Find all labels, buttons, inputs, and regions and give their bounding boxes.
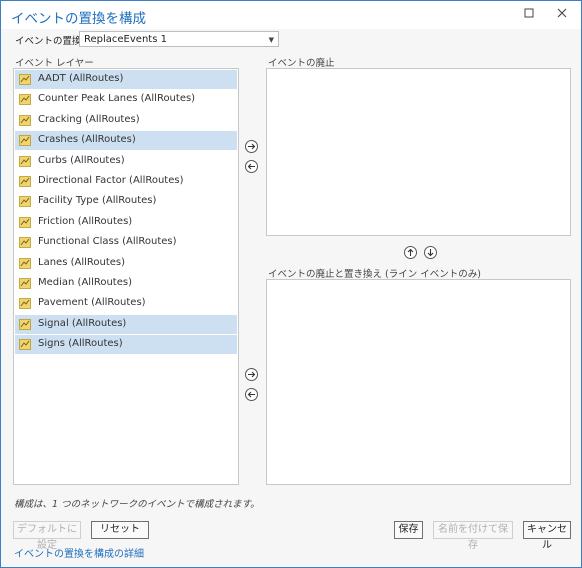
event-layer-icon [19,257,31,269]
list-item[interactable]: Facility Type (AllRoutes) [15,192,237,211]
move-up-button[interactable] [404,246,417,259]
list-item[interactable]: Counter Peak Lanes (AllRoutes) [15,90,237,109]
move-left-replace-button[interactable] [245,388,258,401]
event-layer-icon [19,278,31,289]
help-link[interactable]: イベントの置換を構成の詳細 [14,545,144,560]
title-bar: イベントの置換を構成 [1,1,581,29]
list-item[interactable]: Curbs (AllRoutes) [15,152,237,171]
list-item[interactable]: Friction (AllRoutes) [15,213,237,232]
list-item-label: Facility Type (AllRoutes) [38,195,157,207]
chevron-down-icon: ▼ [268,36,274,44]
list-item[interactable]: Median (AllRoutes) [15,274,237,293]
list-item-label: Median (AllRoutes) [38,277,132,288]
event-layers-label: イベント レイヤー [15,58,94,69]
list-item[interactable]: Signs (AllRoutes) [15,335,237,355]
event-layer-icon [19,135,31,147]
event-layer-icon [19,176,31,187]
list-item-label: Friction (AllRoutes) [38,215,133,227]
list-item-label: Crashes (AllRoutes) [38,134,136,146]
list-item[interactable]: Signal (AllRoutes) [15,314,237,334]
event-layer-icon [19,237,31,249]
list-item[interactable]: AADT (AllRoutes) [15,70,237,89]
move-right-retire-button[interactable] [245,140,258,153]
list-item-label: Curbs (AllRoutes) [38,154,125,166]
list-item[interactable]: Lanes (AllRoutes) [15,254,237,273]
configure-replace-events-dialog: イベントの置換を構成 イベントの置換 ReplaceEvents 1 ▼ イベン… [0,0,582,568]
move-right-replace-button[interactable] [245,368,258,381]
configuration-note: 構成は、1 つのネットワークのイベントで構成されます。 [14,499,260,510]
list-item[interactable]: Functional Class (AllRoutes) [15,233,237,252]
event-layer-icon [19,74,31,85]
reset-button[interactable]: リセット [91,521,149,539]
list-item-label: Cracking (AllRoutes) [38,113,140,125]
retire-events-label: イベントの廃止 [268,58,335,69]
retire-events-list[interactable] [266,68,571,236]
cancel-button[interactable]: キャンセル [523,521,571,551]
event-layer-icon [19,216,31,228]
list-item-label: AADT (AllRoutes) [38,73,124,84]
event-layer-icon [19,114,31,126]
list-item-label: Signs (AllRoutes) [38,338,123,350]
save-button[interactable]: 保存 [394,521,423,539]
dialog-title: イベントの置換を構成 [11,11,146,27]
event-layer-icon [19,298,31,310]
maximize-icon[interactable] [516,4,542,24]
list-item-label: Signal (AllRoutes) [38,317,127,329]
event-layer-icon [19,318,31,330]
move-left-retire-button[interactable] [245,160,258,173]
list-item[interactable]: Directional Factor (AllRoutes) [15,172,237,191]
list-item[interactable]: Crashes (AllRoutes) [15,131,237,151]
event-layer-icon [19,339,31,351]
move-down-button[interactable] [424,246,437,259]
replace-events-value: ReplaceEvents 1 [84,34,167,45]
event-layer-icon [19,94,31,106]
event-layer-icon [19,155,31,167]
set-default-button[interactable]: デフォルトに設定 [13,521,81,551]
list-item-label: Directional Factor (AllRoutes) [38,175,184,186]
list-item-label: Counter Peak Lanes (AllRoutes) [38,93,196,105]
list-item-label: Functional Class (AllRoutes) [38,236,177,248]
replace-events-label: イベントの置換 [15,36,82,47]
save-as-button[interactable]: 名前を付けて保存 [433,521,513,551]
list-item-label: Lanes (AllRoutes) [38,256,126,268]
replace-events-select[interactable]: ReplaceEvents 1 ▼ [79,31,279,47]
close-icon[interactable] [549,4,575,24]
retire-replace-events-label: イベントの廃止と置き換え (ライン イベントのみ) [268,269,481,280]
retire-replace-events-list[interactable] [266,279,571,485]
list-item-label: Pavement (AllRoutes) [38,297,146,309]
event-layers-list[interactable]: AADT (AllRoutes) Counter Peak Lanes (AllR… [13,68,239,485]
list-item[interactable]: Pavement (AllRoutes) [15,294,237,313]
event-layer-icon [19,196,31,208]
list-item[interactable]: Cracking (AllRoutes) [15,111,237,130]
